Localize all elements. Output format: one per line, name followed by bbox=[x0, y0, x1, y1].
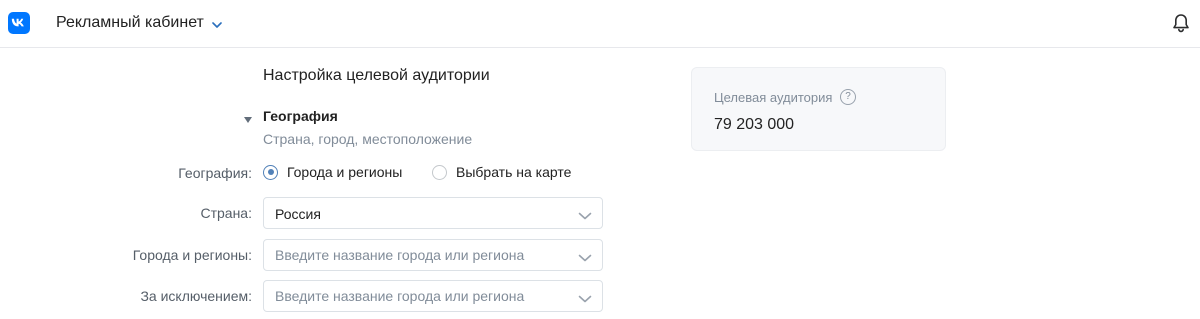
geography-subtitle: Страна, город, местоположение bbox=[263, 131, 473, 147]
chevron-down-icon bbox=[212, 15, 222, 33]
geography-mode-label: География: bbox=[178, 165, 252, 181]
cities-select[interactable] bbox=[263, 239, 603, 271]
cabinet-title: Рекламный кабинет bbox=[56, 14, 204, 31]
chevron-down-icon bbox=[578, 291, 592, 303]
radio-unselected-icon bbox=[432, 164, 447, 180]
cabinet-switcher[interactable]: Рекламный кабинет bbox=[56, 13, 222, 33]
country-label: Страна: bbox=[200, 205, 252, 221]
top-bar: Рекламный кабинет bbox=[0, 0, 1200, 48]
radio-select-on-map[interactable]: Выбрать на карте bbox=[432, 164, 571, 180]
cities-input[interactable] bbox=[264, 240, 564, 270]
bell-icon[interactable] bbox=[1170, 12, 1192, 34]
audience-card: Целевая аудитория ? 79 203 000 bbox=[691, 67, 946, 151]
exclusions-label: За исключением: bbox=[140, 288, 252, 304]
exclusions-select[interactable] bbox=[263, 280, 603, 312]
radio-selected-icon bbox=[263, 164, 278, 180]
radio-select-on-map-label: Выбрать на карте bbox=[456, 164, 572, 180]
collapse-triangle-icon[interactable] bbox=[243, 111, 253, 123]
radio-cities-regions[interactable]: Города и регионы bbox=[263, 164, 402, 180]
chevron-down-icon bbox=[578, 250, 592, 262]
audience-label: Целевая аудитория bbox=[714, 90, 833, 105]
country-select[interactable]: Россия bbox=[263, 197, 603, 229]
country-value: Россия bbox=[275, 206, 321, 222]
help-icon[interactable]: ? bbox=[840, 89, 856, 105]
chevron-down-icon bbox=[578, 208, 592, 220]
radio-cities-regions-label: Города и регионы bbox=[287, 164, 403, 180]
cities-label: Города и регионы: bbox=[132, 247, 252, 263]
page-title: Настройка целевой аудитории bbox=[263, 67, 490, 84]
vk-logo-glyph bbox=[11, 18, 24, 27]
audience-value: 79 203 000 bbox=[714, 116, 795, 133]
geography-title[interactable]: География bbox=[263, 108, 338, 124]
exclusions-input[interactable] bbox=[264, 281, 564, 311]
vk-logo-icon[interactable] bbox=[8, 12, 30, 34]
